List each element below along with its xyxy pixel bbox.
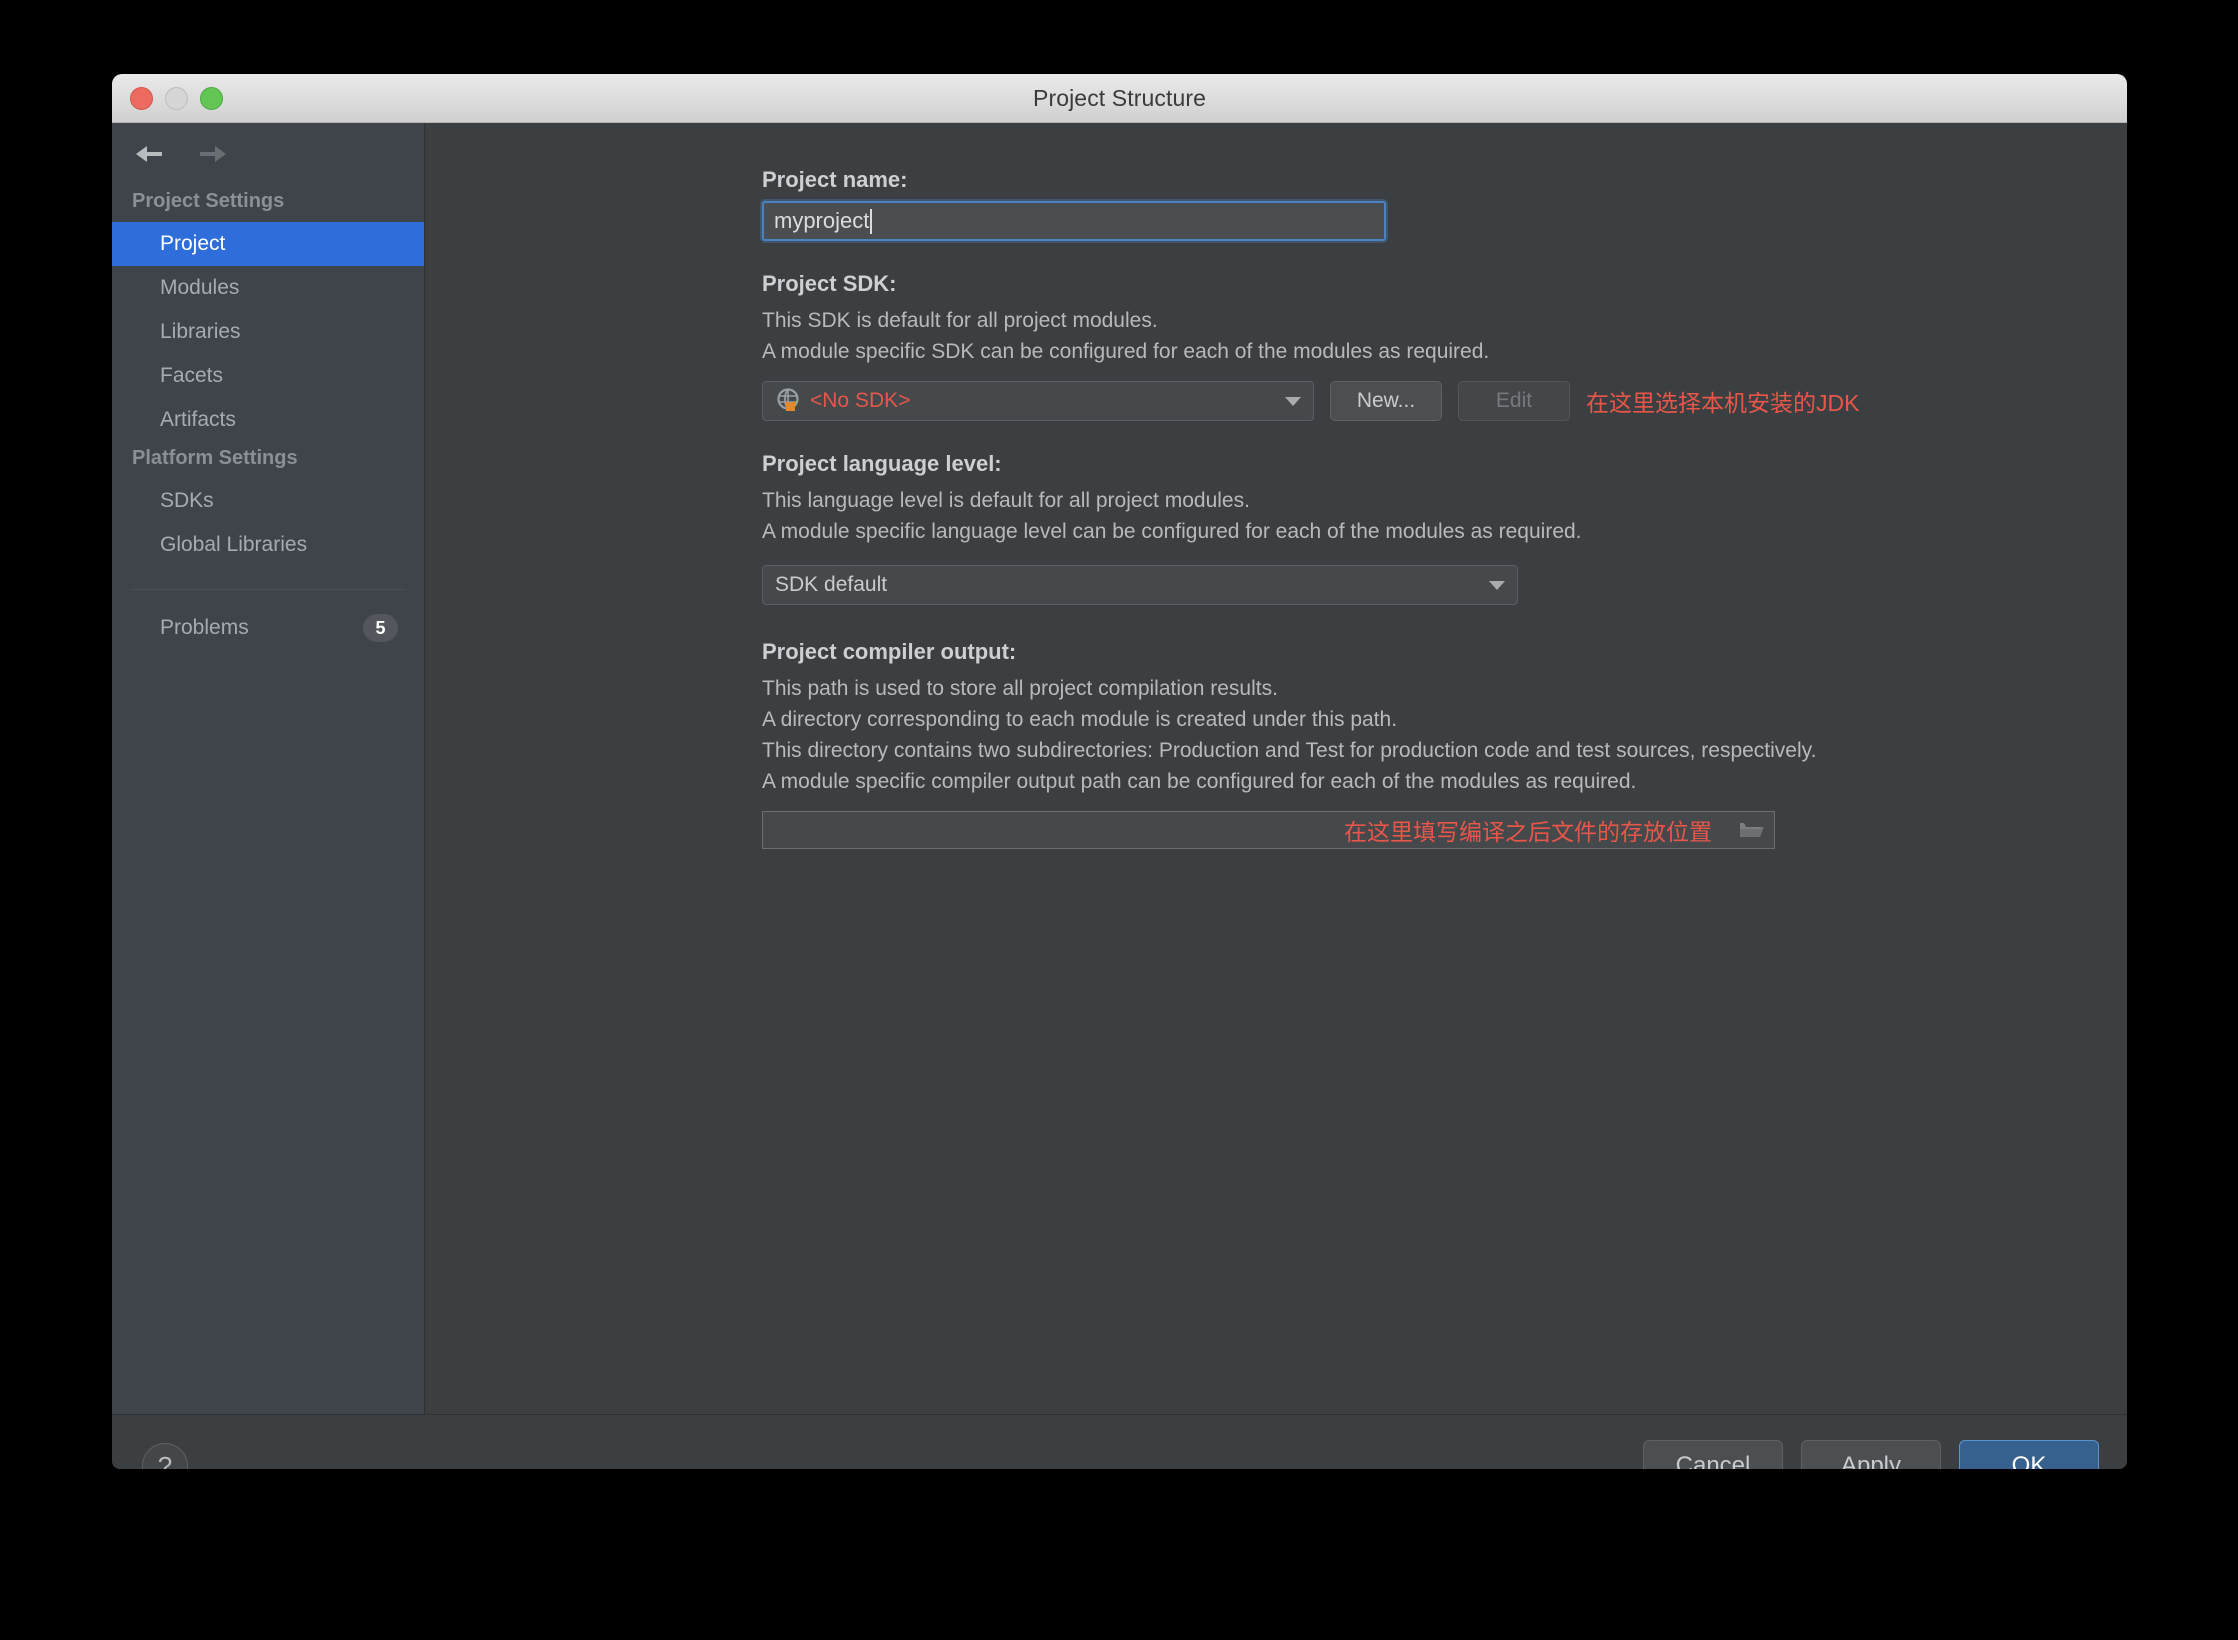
sidebar-group-platform-settings: Platform Settings [132, 447, 298, 469]
sidebar-item-label: SDKs [160, 489, 214, 512]
project-settings-panel: Project name: myproject Project SDK: Thi… [425, 123, 2127, 1414]
settings-sidebar: Project Settings Project Modules Librari… [112, 123, 425, 1414]
sidebar-item-modules[interactable]: Modules [112, 266, 424, 310]
sidebar-divider [130, 589, 406, 590]
sidebar-item-sdks[interactable]: SDKs [112, 479, 424, 523]
sidebar-item-global-libraries[interactable]: Global Libraries [112, 523, 424, 567]
text-caret [870, 208, 873, 234]
ok-button[interactable]: OK [1959, 1440, 2099, 1469]
arrow-right-icon[interactable] [198, 141, 228, 167]
sidebar-item-label: Project [160, 232, 226, 255]
sidebar-item-problems[interactable]: Problems 5 [112, 606, 424, 650]
compiler-output-path-wrap: 在这里填写编译之后文件的存放位置 [425, 811, 2127, 849]
language-level-row: SDK default [425, 561, 2127, 605]
window-controls [130, 74, 223, 122]
project-structure-dialog: Project Structure Project Settings Proje… [112, 74, 2127, 1469]
folder-icon[interactable] [1730, 812, 1774, 848]
project-sdk-desc-line2: A module specific SDK can be configured … [762, 340, 1490, 363]
sidebar-item-artifacts[interactable]: Artifacts [112, 398, 424, 442]
new-sdk-button[interactable]: New... [1330, 381, 1442, 421]
language-level-dropdown[interactable]: SDK default [762, 565, 1518, 605]
project-sdk-dropdown[interactable]: <No SDK> [762, 381, 1314, 421]
compiler-output-label: Project compiler output: [762, 639, 1017, 664]
sdk-globe-icon [775, 387, 803, 415]
project-sdk-value: <No SDK> [810, 389, 911, 412]
problems-count-badge: 5 [363, 614, 398, 642]
footer-actions: Cancel Apply OK [1643, 1440, 2099, 1469]
sidebar-item-facets[interactable]: Facets [112, 354, 424, 398]
dialog-footer: ? Cancel Apply OK [112, 1414, 2127, 1469]
compiler-output-annotation: 在这里填写编译之后文件的存放位置 [1344, 819, 1712, 845]
sidebar-item-label: Libraries [160, 320, 241, 343]
sidebar-item-label: Problems [160, 616, 249, 639]
sidebar-item-libraries[interactable]: Libraries [112, 310, 424, 354]
compiler-output-desc-line1: This path is used to store all project c… [762, 677, 1278, 700]
apply-button[interactable]: Apply [1801, 1440, 1941, 1469]
close-button[interactable] [130, 86, 153, 110]
navigation-arrows [112, 123, 424, 185]
language-level-value: SDK default [775, 573, 888, 596]
minimize-button[interactable] [165, 86, 188, 110]
compiler-output-input[interactable]: 在这里填写编译之后文件的存放位置 [762, 811, 1775, 849]
zoom-button[interactable] [200, 86, 223, 110]
sidebar-item-label: Global Libraries [160, 533, 308, 556]
project-name-value: myproject [774, 208, 870, 233]
project-name-input[interactable]: myproject [762, 201, 1386, 241]
window-titlebar: Project Structure [112, 74, 2127, 123]
sidebar-item-label: Facets [160, 364, 224, 387]
project-sdk-desc-line1: This SDK is default for all project modu… [762, 309, 1158, 332]
sidebar-item-label: Artifacts [160, 408, 236, 431]
cancel-button[interactable]: Cancel [1643, 1440, 1783, 1469]
sidebar-item-label: Modules [160, 276, 240, 299]
dialog-body: Project Settings Project Modules Librari… [112, 123, 2127, 1414]
chevron-down-icon [1489, 580, 1505, 590]
project-name-field-wrap: myproject [425, 201, 2127, 241]
compiler-output-desc-line4: A module specific compiler output path c… [762, 770, 1637, 793]
language-level-desc-line1: This language level is default for all p… [762, 489, 1250, 512]
sidebar-item-project[interactable]: Project [112, 222, 424, 266]
project-sdk-row: <No SDK> New... Edit 在这里选择本机安装的JDK [425, 381, 2127, 421]
compiler-output-desc-line2: A directory corresponding to each module… [762, 708, 1398, 731]
chevron-down-icon [1285, 396, 1301, 406]
help-button[interactable]: ? [142, 1443, 188, 1469]
window-title: Project Structure [1033, 84, 1206, 111]
sdk-annotation: 在这里选择本机安装的JDK [1586, 390, 1860, 416]
edit-sdk-button[interactable]: Edit [1458, 381, 1570, 421]
language-level-desc-line2: A module specific language level can be … [762, 520, 1582, 543]
language-level-label: Project language level: [762, 451, 1002, 476]
project-name-label: Project name: [762, 167, 908, 192]
project-sdk-label: Project SDK: [762, 271, 897, 296]
arrow-left-icon[interactable] [134, 141, 164, 167]
sidebar-group-project-settings: Project Settings [132, 190, 285, 212]
compiler-output-desc-line3: This directory contains two subdirectori… [762, 739, 1817, 762]
